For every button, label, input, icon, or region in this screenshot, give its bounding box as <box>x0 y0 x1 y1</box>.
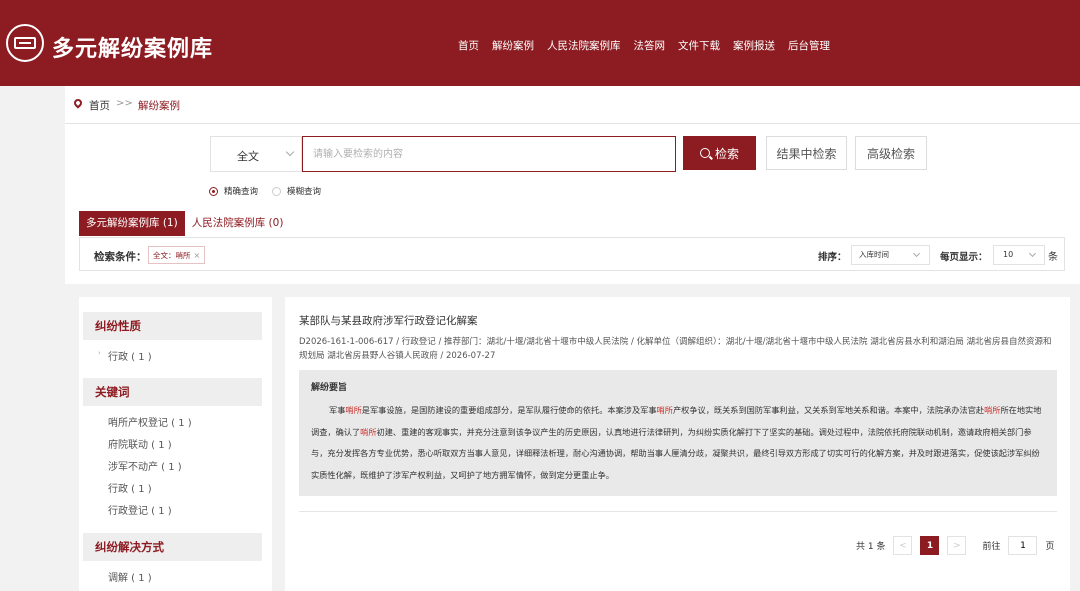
facet-item[interactable]: 涉军不动产 ( 1 ) <box>108 458 182 473</box>
results-panel: 某部队与某县政府涉军行政登记化解案 D2026-161-1-006-617 / … <box>285 297 1070 591</box>
search-scope-select[interactable]: 全文 <box>210 136 302 172</box>
per-page-value: 10 <box>1003 250 1014 259</box>
fuzzy-mode-label: 模糊查询 <box>287 187 322 197</box>
search-icon <box>699 148 710 158</box>
exact-mode-radio[interactable] <box>209 186 218 196</box>
goto-page-input[interactable] <box>1008 536 1038 555</box>
search-scope-value: 全文 <box>237 150 259 163</box>
fuzzy-mode-radio[interactable] <box>272 186 282 196</box>
goto-label: 前往 <box>982 542 1001 552</box>
sort-label: 排序： <box>818 252 847 263</box>
facet-item[interactable]: 行政登记 ( 1 ) <box>108 502 172 517</box>
nav-admin[interactable]: 后台管理 <box>788 38 830 53</box>
nav-fadawang[interactable]: 法答网 <box>634 38 666 53</box>
summary-fragment: 初建、重建的客观事实，并充分注意到该争议产生的历史原因，认真地进行法律研判，为纠… <box>311 426 1040 480</box>
facet-title-keywords: 关键词 <box>83 378 262 406</box>
summary-fragment: 军事 <box>329 405 346 415</box>
nav-court-case-library[interactable]: 人民法院案例库 <box>547 38 621 53</box>
case-meta: D2026-161-1-006-617 / 行政登记 / 推荐部门：湖北/十堰/… <box>299 337 1052 361</box>
site-title: 多元解纷案例库 <box>52 37 214 62</box>
summary-title: 解纷要旨 <box>311 383 348 393</box>
tab-dispute-library[interactable]: 多元解纷案例库 (1) <box>79 211 185 236</box>
facet-sidebar: 纠纷性质 › 行政 ( 1 ) 关键词 哨所产权登记 ( 1 ) 府院联动 ( … <box>79 297 272 591</box>
chevron-down-icon <box>1028 249 1037 258</box>
summary-fragment: 产权争议，既关系到国防军事利益，又关系到军地关系和谐。本案中，法院承办法官赴 <box>672 405 985 415</box>
chevron-down-icon <box>912 249 921 258</box>
facet-item[interactable]: 哨所产权登记 ( 1 ) <box>108 414 192 429</box>
nav-dispute-cases[interactable]: 解纷案例 <box>492 38 534 53</box>
breadcrumb-home[interactable]: 首页 <box>89 98 110 113</box>
sort-select[interactable]: 入库时间 <box>851 245 930 265</box>
condition-tag: 全文：哨所 × <box>148 246 206 264</box>
breadcrumb-current[interactable]: 解纷案例 <box>138 98 180 113</box>
search-mode-group: 精确查询 模糊查询 <box>209 185 321 197</box>
nav-case-submission[interactable]: 案例报送 <box>733 38 775 53</box>
search-button[interactable]: 检索 <box>683 136 756 170</box>
condition-tag-text: 全文：哨所 <box>153 250 191 260</box>
site-header: 多元解纷案例库 首页 解纷案例 人民法院案例库 法答网 文件下载 案例报送 后台… <box>0 0 1080 86</box>
facet-item[interactable]: 行政 ( 1 ) <box>108 348 152 363</box>
summary-text: 军事哨所是军事设施，是国防建设的重要组成部分，是军队履行使命的依托。本案涉及军事… <box>311 400 1045 486</box>
case-title-link[interactable]: 某部队与某县政府涉军行政登记化解案 <box>299 313 478 328</box>
breadcrumb-separator: >> <box>116 98 133 109</box>
exact-mode-label: 精确查询 <box>224 187 259 197</box>
chevron-down-icon <box>285 147 295 157</box>
caret-right-icon: › <box>98 349 101 357</box>
page-unit: 页 <box>1045 542 1055 552</box>
refine-search-button[interactable]: 结果中检索 <box>766 136 847 170</box>
search-button-label: 检索 <box>714 146 739 161</box>
facet-title-resolution: 纠纷解决方式 <box>83 533 262 561</box>
per-page-label: 每页显示： <box>940 252 988 263</box>
sort-value: 入库时间 <box>859 250 889 259</box>
per-page-unit: 条 <box>1048 252 1058 263</box>
conditions-label: 检索条件： <box>94 251 147 263</box>
total-count: 共 1 条 <box>856 542 886 552</box>
per-page-select[interactable]: 10 <box>993 245 1045 265</box>
facet-item[interactable]: 调解 ( 1 ) <box>108 569 152 584</box>
advanced-search-button[interactable]: 高级检索 <box>855 136 927 170</box>
location-pin-icon <box>72 97 84 109</box>
library-tabs: 多元解纷案例库 (1) 人民法院案例库 (0) <box>79 211 290 236</box>
keyword-highlight: 哨所 <box>984 405 1001 415</box>
case-summary: 解纷要旨 军事哨所是军事设施，是国防建设的重要组成部分，是军队履行使命的依托。本… <box>299 370 1057 496</box>
divider <box>299 511 1057 512</box>
main-nav: 首页 解纷案例 人民法院案例库 法答网 文件下载 案例报送 后台管理 <box>458 38 830 53</box>
keyword-highlight: 哨所 <box>360 426 377 437</box>
facet-item[interactable]: 府院联动 ( 1 ) <box>108 436 172 451</box>
tab-court-library[interactable]: 人民法院案例库 (0) <box>185 211 291 236</box>
current-page-button[interactable]: 1 <box>920 536 940 555</box>
keyword-highlight: 哨所 <box>656 405 673 415</box>
facet-title-dispute-nature: 纠纷性质 <box>83 312 262 340</box>
facet-item[interactable]: 行政 ( 1 ) <box>108 480 152 495</box>
prev-page-button[interactable]: < <box>893 536 913 555</box>
close-icon[interactable]: × <box>194 251 201 260</box>
nav-home[interactable]: 首页 <box>458 38 479 53</box>
breadcrumb: 首页 >> 解纷案例 <box>65 86 1080 124</box>
next-page-button[interactable]: > <box>947 536 967 555</box>
pagination: 共 1 条 < 1 > 前往 页 <box>856 536 1054 555</box>
keyword-highlight: 哨所 <box>345 405 362 415</box>
search-input[interactable] <box>302 136 676 172</box>
nav-file-download[interactable]: 文件下载 <box>678 38 720 53</box>
court-logo-icon <box>6 24 44 62</box>
search-conditions-bar: 检索条件： 全文：哨所 × 排序： 入库时间 每页显示： 10 条 <box>79 237 1065 271</box>
summary-fragment: 是军事设施，是国防建设的重要组成部分，是军队履行使命的依托。本案涉及军事 <box>361 405 657 415</box>
